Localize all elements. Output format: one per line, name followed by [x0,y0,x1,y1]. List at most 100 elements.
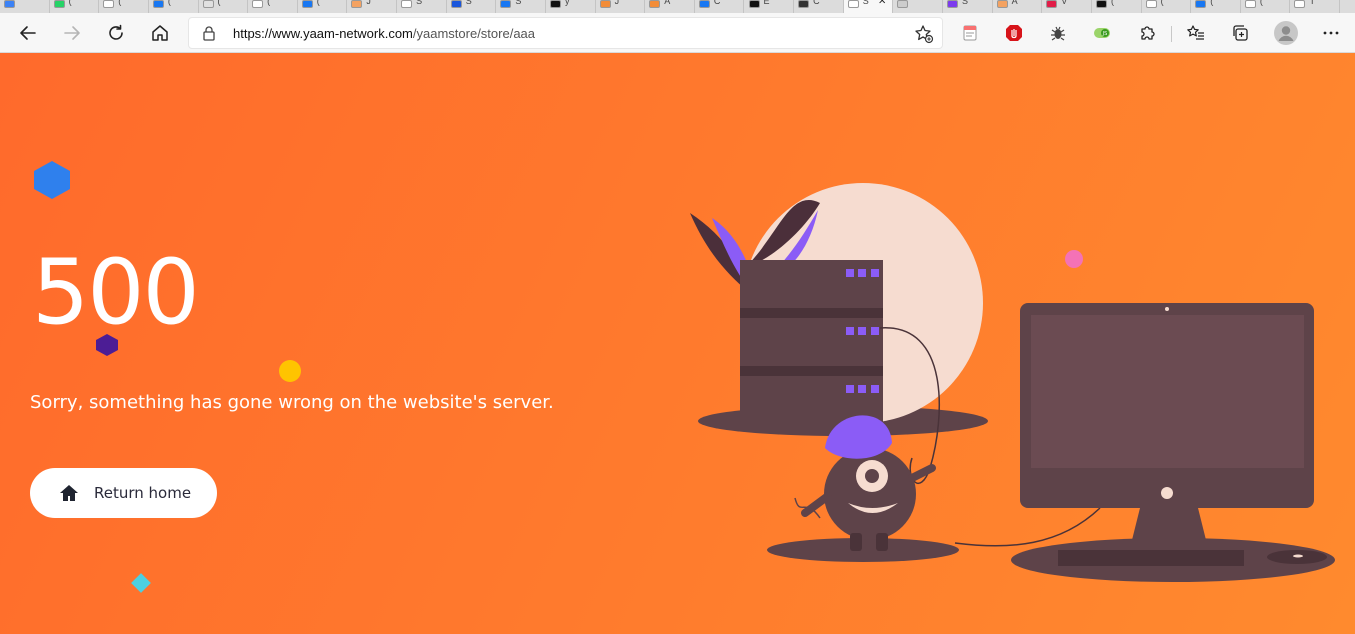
puzzle-icon [1141,26,1155,40]
collections-icon [1233,25,1248,41]
tab-favicon-icon [1145,0,1157,8]
browser-tab[interactable]: ( [149,0,199,13]
browser-tab[interactable]: ( [50,0,100,13]
tab-title: J [614,0,620,6]
bug-extension-button[interactable] [1048,23,1068,43]
browser-tab[interactable]: S [397,0,447,13]
tab-favicon-icon [1095,0,1107,8]
extensions-button[interactable] [1137,23,1157,43]
browser-tab[interactable]: ( [1191,0,1241,13]
tab-favicon-icon [103,0,115,8]
tab-title: ( [1160,0,1164,6]
browser-tab[interactable]: S [943,0,993,13]
browser-tab[interactable]: V [1042,0,1092,13]
tab-favicon-icon [996,0,1008,8]
browser-tab[interactable]: ( [1241,0,1291,13]
browser-tab[interactable]: ( [1092,0,1142,13]
arrow-left-icon [20,26,36,40]
tab-title: ( [1259,0,1263,6]
return-home-label: Return home [94,484,192,502]
tab-favicon-icon [1046,0,1058,8]
tab-favicon-icon [1195,0,1207,8]
tab-favicon-icon [401,0,413,8]
refresh-button[interactable] [102,19,130,47]
blue-hexagon-shape [34,161,70,199]
tab-title: ( [118,0,122,6]
adblock-extension-button[interactable] [1004,23,1024,43]
browser-tab[interactable]: S [447,0,497,13]
settings-menu-button[interactable] [1321,23,1341,43]
favorites-button[interactable] [1186,23,1206,43]
toggle-js-icon: JS [1094,28,1110,38]
tab-title: ( [267,0,271,6]
browser-tab[interactable]: J [347,0,398,13]
home-outline-icon [152,25,168,41]
collections-button[interactable] [1230,23,1250,43]
tab-title: S [465,0,472,6]
tab-favicon-icon [4,0,15,8]
tab-favicon-icon [1244,0,1256,8]
browser-tab[interactable]: J [596,0,646,13]
browser-tab[interactable]: S ✕ [843,0,894,13]
url-text[interactable]: https://www.yaam-network.com/yaamstore/s… [233,26,535,41]
reading-view-button[interactable] [960,23,980,43]
tab-favicon-icon [549,0,561,8]
error-page: 500 Sorry, something has gone wrong on t… [0,53,1355,634]
tab-title: C [713,0,721,6]
tab-favicon-icon [53,0,65,8]
lock-icon [203,26,215,41]
tab-favicon-icon [351,0,363,8]
browser-tab[interactable]: S [496,0,546,13]
browser-tab[interactable]: ( [248,0,298,13]
browser-tab[interactable]: ( [99,0,149,13]
close-tab-icon[interactable]: ✕ [878,0,886,7]
browser-tab[interactable]: C [794,0,844,13]
tab-favicon-icon [748,0,760,8]
forward-button[interactable] [58,19,86,47]
stop-hand-icon [1006,25,1022,41]
tab-favicon-icon [152,0,164,8]
add-favorite-icon[interactable] [914,24,934,44]
profile-button[interactable] [1274,21,1298,45]
tab-title: ( [167,0,171,6]
tab-title: J [366,0,371,6]
tab-title: A [664,0,671,6]
browser-tab[interactable] [0,0,50,13]
tab-title: S [416,0,423,6]
tab-title: V [1061,0,1068,6]
tab-title: A [1011,0,1018,6]
tab-title: C [813,0,820,6]
browser-tab[interactable]: ( [298,0,348,13]
browser-tab[interactable]: A [645,0,695,13]
error-code-heading: 500 [32,240,200,345]
js-extension-button[interactable]: JS [1092,23,1112,43]
tab-title: y [564,0,570,6]
address-bar[interactable]: https://www.yaam-network.com/yaamstore/s… [188,17,943,49]
return-home-button[interactable]: Return home [30,468,217,518]
svg-text:JS: JS [1102,31,1108,37]
tab-title: ( [1110,0,1114,6]
computer-monitor [1020,303,1327,566]
tab-favicon-icon [202,0,214,8]
monster-shadow [767,538,959,562]
back-button[interactable] [14,19,42,47]
avatar-icon [1274,21,1298,45]
browser-tab[interactable]: ( [1142,0,1192,13]
tab-favicon-icon [450,0,462,8]
home-button[interactable] [146,19,174,47]
toolbar-separator [1171,26,1172,42]
browser-tab[interactable] [893,0,944,13]
tab-favicon-icon [947,0,959,8]
url-host: https://www.yaam-network.com [233,26,413,41]
more-dots-icon [1323,31,1339,35]
tab-favicon-icon [698,0,710,8]
browser-tab[interactable]: C [695,0,745,13]
browser-tab[interactable]: E [745,0,795,13]
browser-tab[interactable]: A [993,0,1043,13]
server-rack [740,260,883,426]
server-error-illustration [690,183,1335,582]
browser-tab[interactable]: T [1290,0,1341,13]
browser-tab[interactable]: ( [199,0,249,13]
browser-tab[interactable]: y [546,0,596,13]
tab-title: ( [1210,0,1214,6]
